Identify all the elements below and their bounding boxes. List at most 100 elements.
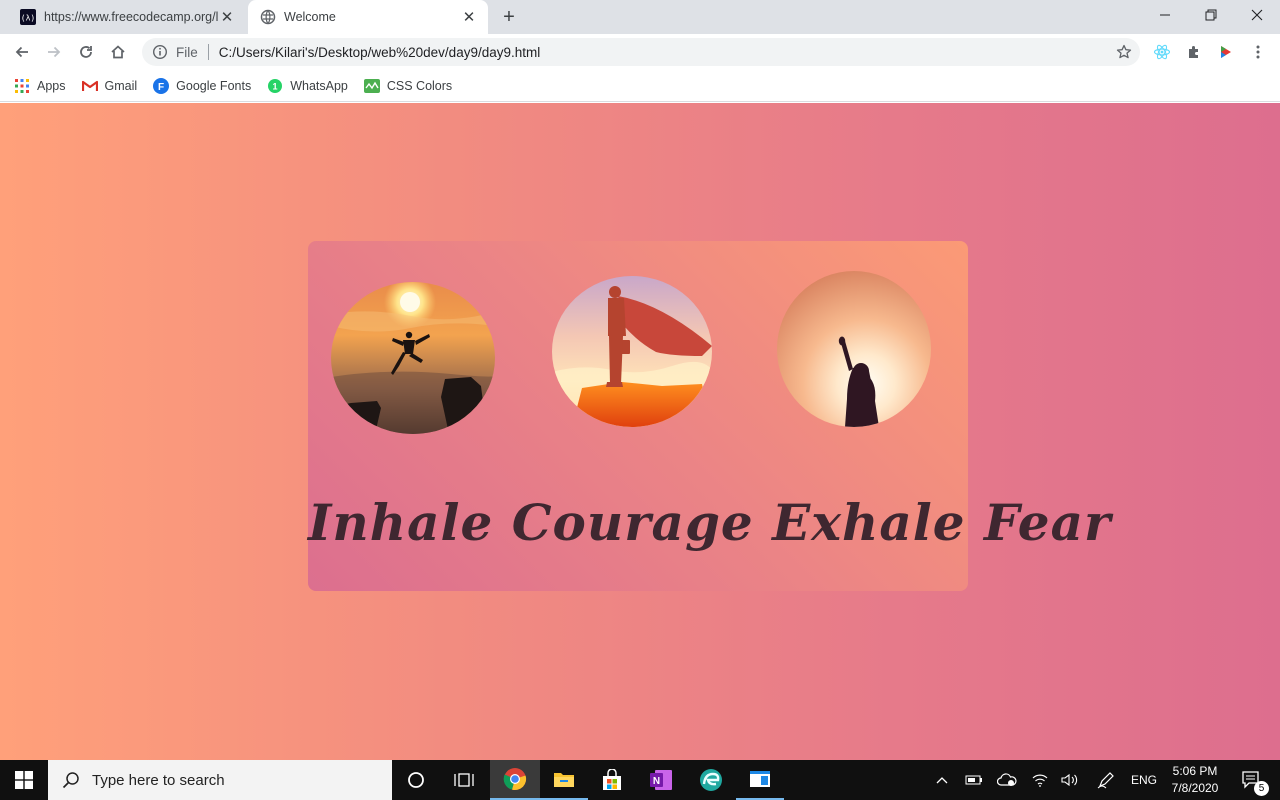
svg-text:N: N	[653, 776, 660, 787]
bookmark-star-icon[interactable]	[1116, 44, 1132, 60]
colorful-extension-icon	[1221, 46, 1231, 58]
bookmark-label: Gmail	[104, 78, 138, 93]
address-divider	[207, 44, 209, 60]
chevron-up-icon	[936, 777, 948, 784]
taskbar-file-explorer[interactable]	[540, 760, 588, 800]
restore-button[interactable]	[1188, 0, 1234, 30]
motivational-quote: Inhale Courage Exhale Fear	[308, 493, 1112, 552]
bookmark-apps[interactable]: Apps	[14, 78, 66, 94]
speaker-icon	[1061, 773, 1078, 787]
cortana-button[interactable]	[392, 760, 440, 800]
globe-icon	[260, 9, 276, 25]
back-arrow-icon	[15, 46, 28, 58]
reload-icon	[80, 46, 92, 58]
react-icon	[1153, 44, 1171, 60]
clock-date: 7/8/2020	[1171, 781, 1219, 795]
home-icon	[111, 45, 125, 59]
input-language[interactable]: ENG	[1126, 760, 1162, 800]
taskbar-edge[interactable]	[686, 760, 736, 800]
url-text[interactable]: C:/Users/Kilari's/Desktop/web%20dev/day9…	[219, 45, 540, 60]
whatsapp-icon: 1	[267, 78, 283, 94]
reload-button[interactable]	[72, 38, 100, 66]
windows-taskbar: Type here to search N ENG 5:06 PM 7/8/20…	[0, 760, 1280, 800]
cloud-sync-icon	[997, 773, 1017, 786]
search-icon	[62, 772, 79, 789]
back-button[interactable]	[8, 38, 36, 66]
taskbar-store[interactable]	[588, 760, 636, 800]
pen-icon	[1097, 772, 1114, 789]
raised-fist-woman-photo	[777, 271, 931, 427]
start-button[interactable]	[0, 760, 48, 800]
gmail-icon	[81, 78, 98, 94]
task-view-icon	[454, 773, 474, 787]
extensions-button[interactable]	[1180, 38, 1208, 66]
css-colors-icon	[363, 78, 380, 94]
forward-arrow-icon	[48, 46, 61, 58]
svg-text:1: 1	[273, 81, 278, 91]
clock-time: 5:06 PM	[1172, 764, 1218, 778]
onedrive-status[interactable]	[994, 760, 1020, 800]
taskbar-search-input[interactable]: Type here to search	[48, 760, 392, 800]
google-fonts-icon: F	[153, 77, 170, 94]
store-bag-icon	[603, 769, 621, 790]
close-tab-icon[interactable]: ✕	[460, 8, 478, 26]
profile-extension[interactable]	[1212, 38, 1240, 66]
battery-status[interactable]	[962, 760, 986, 800]
taskbar-notepad[interactable]	[736, 760, 784, 800]
tab-title: Welcome	[284, 10, 336, 24]
bookmark-label: Apps	[37, 78, 66, 93]
svg-text:F: F	[158, 82, 164, 93]
notification-count-badge: 5	[1254, 781, 1269, 796]
apps-grid-icon	[14, 78, 30, 94]
show-hidden-icons-button[interactable]	[930, 760, 954, 800]
tab-title: https://www.freecodecamp.org/learn	[44, 10, 218, 24]
close-window-button[interactable]	[1234, 0, 1280, 30]
quote-card: Inhale Courage Exhale Fear	[308, 241, 1112, 591]
pen-workspace-button[interactable]	[1094, 760, 1118, 800]
scheme-label: File	[176, 44, 198, 60]
caped-hero-photo	[552, 276, 712, 427]
bookmarks-bar: Apps Gmail F Google Fonts 1 WhatsApp CSS…	[0, 70, 1280, 102]
bookmark-label: Google Fonts	[176, 78, 252, 93]
tab-strip: (λ) https://www.freecodecamp.org/learn ✕…	[0, 0, 1280, 34]
home-button[interactable]	[104, 38, 132, 66]
info-icon[interactable]	[152, 44, 168, 60]
new-tab-button[interactable]: +	[498, 6, 520, 28]
bookmark-whatsapp[interactable]: 1 WhatsApp	[267, 78, 348, 94]
tab-welcome[interactable]: Welcome ✕	[248, 0, 488, 34]
action-center-button[interactable]: 5	[1232, 760, 1272, 800]
bookmark-label: WhatsApp	[290, 78, 348, 93]
task-view-button[interactable]	[440, 760, 488, 800]
browser-toolbar: File C:/Users/Kilari's/Desktop/web%20dev…	[0, 34, 1280, 70]
close-tab-icon[interactable]: ✕	[218, 8, 236, 26]
forward-button[interactable]	[40, 38, 68, 66]
search-placeholder: Type here to search	[92, 771, 225, 789]
page-viewport: Inhale Courage Exhale Fear	[0, 103, 1280, 760]
taskbar-clock[interactable]: 5:06 PM 7/8/2020	[1162, 763, 1228, 797]
bookmark-google-fonts[interactable]: F Google Fonts	[153, 77, 252, 94]
edge-icon	[700, 769, 722, 791]
menu-button[interactable]	[1244, 38, 1272, 66]
bookmark-css-colors[interactable]: CSS Colors	[363, 78, 453, 94]
taskbar-onenote[interactable]: N	[636, 760, 686, 800]
volume-control[interactable]	[1058, 760, 1082, 800]
bookmark-label: CSS Colors	[386, 78, 453, 93]
tab-freecodecamp[interactable]: (λ) https://www.freecodecamp.org/learn ✕	[8, 0, 246, 34]
window-app-icon	[750, 771, 770, 787]
address-bar[interactable]: File C:/Users/Kilari's/Desktop/web%20dev…	[142, 38, 1140, 66]
bookmark-gmail[interactable]: Gmail	[81, 78, 138, 94]
puzzle-icon	[1189, 46, 1198, 58]
windows-logo-icon	[15, 771, 33, 789]
taskbar-chrome[interactable]	[490, 760, 540, 800]
wifi-icon	[1032, 774, 1048, 787]
runner-jumping-cliff-photo	[331, 282, 495, 434]
chrome-icon	[503, 768, 527, 791]
folder-icon	[554, 773, 574, 787]
freecodecamp-icon: (λ)	[20, 9, 36, 25]
wifi-status[interactable]	[1028, 760, 1052, 800]
svg-text:(λ): (λ)	[21, 14, 35, 23]
battery-icon	[965, 775, 982, 785]
react-devtools-extension[interactable]	[1148, 38, 1176, 66]
minimize-button[interactable]	[1142, 0, 1188, 30]
kebab-menu-icon	[1256, 45, 1260, 59]
